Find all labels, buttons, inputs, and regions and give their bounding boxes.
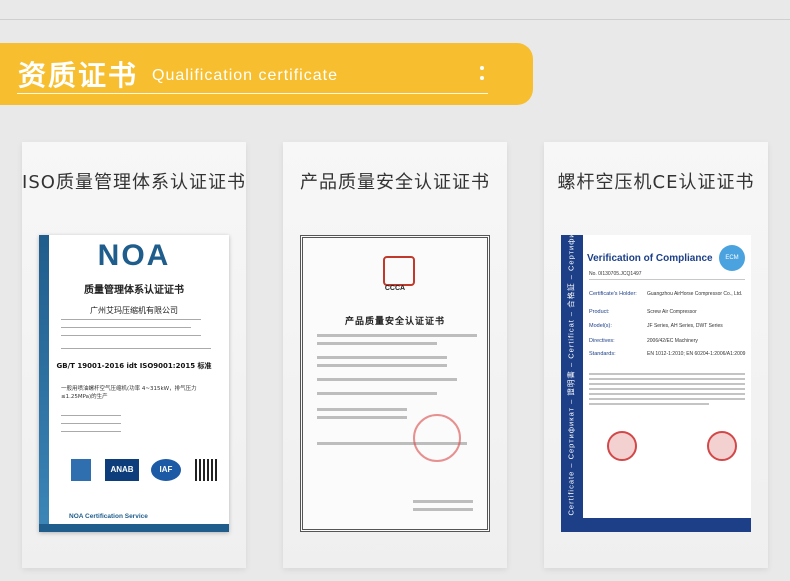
header-underline <box>17 93 488 94</box>
official-seal-icon <box>413 414 461 462</box>
cert-text-line <box>317 378 457 381</box>
cert-text-line <box>413 500 473 503</box>
section-title: 资质证书 <box>18 59 139 92</box>
ccca-logo: CCCA <box>384 285 406 292</box>
card-title: 螺杆空压机CE认证证书 <box>557 172 755 193</box>
ecm-badge: ECM <box>719 245 745 271</box>
section-subtitle: Qualification certificate <box>152 67 338 84</box>
cert-row-value: 2006/42/EC Machinery <box>647 338 698 344</box>
cert-text-line <box>317 334 477 337</box>
cert-text-line <box>61 431 121 432</box>
cert-service-name: NOA Certification Service <box>69 513 148 520</box>
top-divider <box>0 19 790 20</box>
cert-text-line <box>61 319 201 320</box>
cert-text-line <box>61 335 201 336</box>
cert-scope: 一般用喷油螺杆空气压缩机(功率 4~315kW，排气压力≤1.25MPa)的生产 <box>61 386 197 400</box>
card-title: ISO质量管理体系认证证书 <box>22 172 246 193</box>
cert-side-band: Certificate – Сертификат – 證明書 – Certifi… <box>561 235 583 532</box>
ccca-emblem-icon <box>383 256 415 286</box>
cert-text-line <box>589 398 745 400</box>
cert-text-line <box>317 364 447 367</box>
cert-text-line <box>61 415 121 416</box>
cert-standard: GB/T 19001-2016 idt ISO9001:2015 标准 <box>56 362 212 370</box>
certificate-image-ccca[interactable]: CCCA 产品质量安全认证证书 <box>300 235 490 532</box>
cert-heading: Verification of Compliance <box>587 253 713 264</box>
cert-text-line <box>317 392 437 395</box>
cert-text-line <box>61 348 211 349</box>
cert-row-value: JF Series, AH Series, DWT Series <box>647 323 723 329</box>
anab-logo: ANAB <box>105 459 139 481</box>
cert-row-value: EN 1012-1:2010; EN 60204-1:2006/A1:2009 <box>647 351 746 357</box>
cert-row-label: Certificate's Holder: <box>589 291 637 297</box>
cert-text-line <box>61 423 121 424</box>
cert-row-value: Guangzhou AirHorse Compressor Co., Ltd. <box>647 291 743 297</box>
cert-row-value: Screw Air Compressor <box>647 309 697 315</box>
cert-footer-bar <box>39 524 229 532</box>
seal-icon <box>607 431 637 461</box>
qr-code-icon <box>195 459 217 481</box>
cert-text-line <box>589 373 745 375</box>
cert-side-text: Certificate – Сертификат – 證明書 – Certifi… <box>566 235 576 516</box>
section-header: 资质证书 Qualification certificate <box>0 43 533 105</box>
cert-text-line <box>317 342 437 345</box>
cert-company: 广州艾玛压缩机有限公司 <box>90 306 178 315</box>
certificate-card-product-safety[interactable]: 产品质量安全认证证书 CCCA 产品质量安全认证证书 <box>283 142 507 568</box>
cert-row-label: Directives: <box>589 338 615 344</box>
cert-side-stripe <box>39 235 49 532</box>
cert-text-line <box>589 393 745 395</box>
certificate-image-iso[interactable]: NOA 质量管理体系认证证书 广州艾玛压缩机有限公司 GB/T 19001-20… <box>39 235 229 532</box>
cert-text-line <box>589 388 745 390</box>
certificate-image-ce[interactable]: Certificate – Сертификат – 證明書 – Certifi… <box>561 235 751 532</box>
cert-text-line <box>317 356 447 359</box>
seal-icon <box>707 431 737 461</box>
cert-row-label: Product: <box>589 309 610 315</box>
cert-text-line <box>589 383 745 385</box>
noa-logo: NOA <box>97 239 171 272</box>
certificate-card-iso[interactable]: ISO质量管理体系认证证书 NOA 质量管理体系认证证书 广州艾玛压缩机有限公司… <box>22 142 246 568</box>
cert-row-label: Standards: <box>589 351 616 357</box>
cert-rule <box>589 279 745 280</box>
cert-text-line <box>317 416 407 419</box>
cert-heading: 产品质量安全认证证书 <box>344 317 445 327</box>
accreditation-logo <box>71 459 91 481</box>
cert-row-label: Model(s): <box>589 323 612 329</box>
iaf-logo: IAF <box>151 459 181 481</box>
certificate-card-ce[interactable]: 螺杆空压机CE认证证书 Certificate – Сертификат – 證… <box>544 142 768 568</box>
cert-heading: 质量管理体系认证证书 <box>84 285 184 296</box>
cert-number: No. 0I130705.JCQ1497 <box>589 271 642 277</box>
cert-text-line <box>589 378 745 380</box>
cert-text-line <box>413 508 473 511</box>
cert-text-line <box>61 327 191 328</box>
card-title: 产品质量安全认证证书 <box>300 172 490 193</box>
cert-footer-bar <box>583 518 751 532</box>
cert-text-line <box>589 403 709 405</box>
more-vertical-icon[interactable] <box>479 66 485 86</box>
cert-text-line <box>317 408 407 411</box>
